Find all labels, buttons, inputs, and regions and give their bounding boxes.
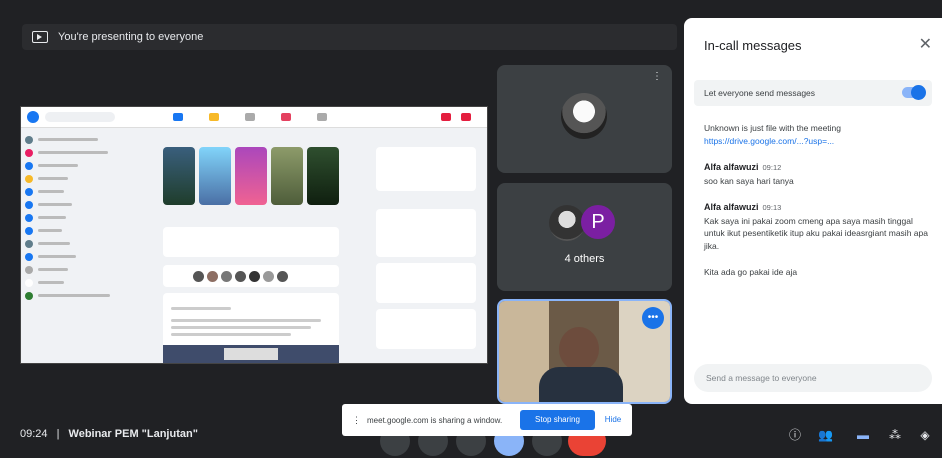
self-video-tile[interactable]: ••• <box>497 299 672 404</box>
send-messages-toggle[interactable] <box>902 85 926 100</box>
message-list: Unknown is just file with the meeting ht… <box>704 122 930 293</box>
groups-icon <box>281 113 291 121</box>
others-tile[interactable]: P 4 others <box>497 183 672 291</box>
shared-stories <box>163 147 339 205</box>
audio-indicator-icon: ••• <box>642 307 664 329</box>
shared-browser-bar <box>21 107 487 128</box>
message-text: soo kan saya hari tanya <box>704 175 794 186</box>
message-time: 09:12 <box>762 163 782 172</box>
avatar <box>561 93 607 139</box>
sender-name: Alfa alfawuzi <box>704 202 759 212</box>
presenting-banner: You're presenting to everyone <box>22 24 677 50</box>
shared-search-box <box>45 112 115 122</box>
sharing-toast: ⋮ meet.google.com is sharing a window. S… <box>342 404 632 436</box>
message: Alfa alfawuzi 09:12 soo kan saya hari tan… <box>704 161 930 187</box>
avatar-letter: P <box>581 205 615 239</box>
others-count: 4 others <box>564 253 605 265</box>
shared-taskbar <box>163 345 339 363</box>
notifications-icon <box>441 113 451 121</box>
message-input[interactable]: Send a message to everyone <box>694 364 932 392</box>
toggle-label: Let everyone send messages <box>704 88 816 98</box>
separator: | <box>56 428 60 440</box>
chat-icon[interactable]: ▬ <box>856 428 870 442</box>
message-text: Unknown is just file with the meeting <box>704 123 842 133</box>
panel-title: In-call messages <box>704 38 802 53</box>
message: Kita ada go pakai ide aja <box>704 266 930 279</box>
messenger-icon <box>461 113 471 121</box>
toast-text: meet.google.com is sharing a window. <box>367 415 503 425</box>
person-head <box>559 327 599 371</box>
message-time: 09:13 <box>762 203 782 212</box>
meeting-title: Webinar PEM "Lanjutan" <box>68 428 198 440</box>
shared-screen <box>20 106 488 364</box>
presenting-text: You're presenting to everyone <box>58 31 204 43</box>
message: Alfa alfawuzi 09:13 Kak saya ini pakai zo… <box>704 201 930 252</box>
host-controls-icon[interactable]: ◈ <box>918 428 932 442</box>
people-icon[interactable]: 👥 <box>818 428 833 442</box>
info-icon[interactable]: ⓘ <box>788 428 802 442</box>
message-text: Kak saya ini pakai zoom cmeng apa saya m… <box>704 215 928 251</box>
message: Unknown is just file with the meeting ht… <box>704 122 930 147</box>
watch-icon <box>209 113 219 121</box>
activities-icon[interactable]: ⁂ <box>888 428 902 442</box>
meeting-info: 09:24 | Webinar PEM "Lanjutan" <box>20 428 198 440</box>
shared-post-composer <box>163 227 339 257</box>
stop-sharing-button[interactable]: Stop sharing <box>520 410 595 430</box>
present-icon <box>32 31 48 43</box>
person-body <box>539 367 623 402</box>
home-icon <box>173 113 183 121</box>
message-link[interactable]: https://drive.google.com/...?usp=... <box>704 135 930 148</box>
avatar <box>549 205 585 241</box>
more-options-icon[interactable]: ⋮ <box>652 71 662 82</box>
chat-panel: In-call messages ✕ Let everyone send mes… <box>684 18 942 404</box>
facebook-logo-icon <box>27 111 39 123</box>
message-text: Kita ada go pakai ide aja <box>704 267 798 277</box>
hide-button[interactable]: Hide <box>600 410 626 430</box>
send-messages-toggle-row: Let everyone send messages <box>694 80 932 106</box>
sender-name: Alfa alfawuzi <box>704 162 759 172</box>
participant-tile[interactable]: ⋮ <box>497 65 672 173</box>
marketplace-icon <box>245 113 255 121</box>
grip-icon[interactable]: ⋮ <box>352 415 361 426</box>
shared-rooms-bar <box>163 265 339 287</box>
close-icon[interactable]: ✕ <box>919 34 932 54</box>
shared-left-nav <box>25 133 153 302</box>
meeting-time: 09:24 <box>20 428 48 440</box>
shared-right-column <box>376 147 476 355</box>
gaming-icon <box>317 113 327 121</box>
